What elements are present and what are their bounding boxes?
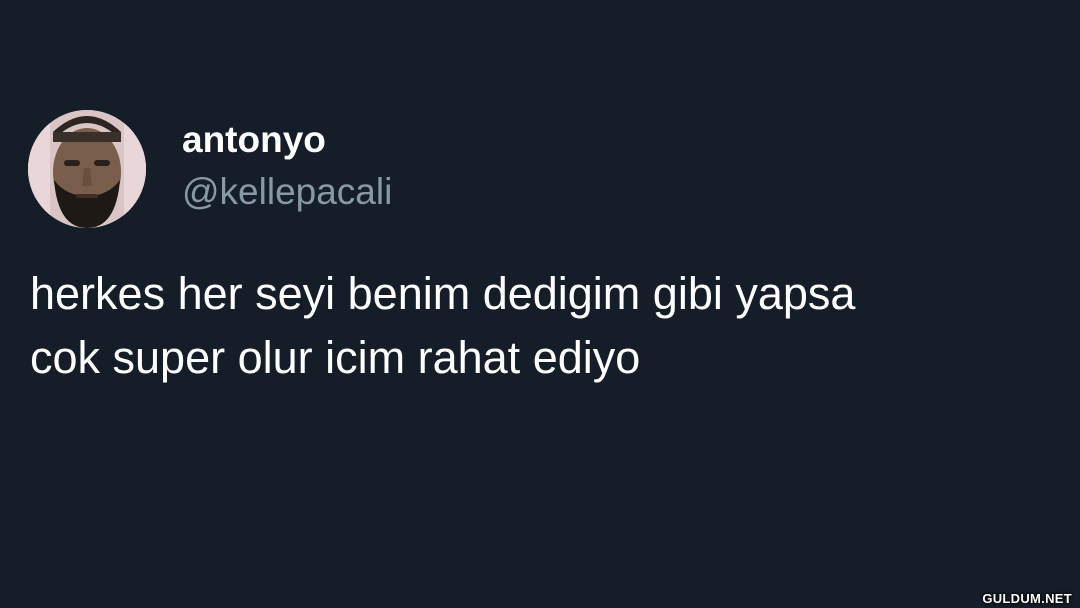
tweet-text-line: herkes her seyi benim dedigim gibi yapsa — [30, 268, 856, 319]
watermark: GULDUM.NET — [982, 591, 1072, 606]
profile-photo-icon — [28, 110, 146, 228]
avatar[interactable] — [28, 110, 146, 228]
user-handle[interactable]: @kellepacali — [182, 170, 392, 214]
tweet-text: herkes her seyi benim dedigim gibi yapsa… — [30, 262, 1060, 390]
tweet-text-line: cok super olur icim rahat ediyo — [30, 332, 641, 383]
display-name[interactable]: antonyo — [182, 118, 326, 162]
